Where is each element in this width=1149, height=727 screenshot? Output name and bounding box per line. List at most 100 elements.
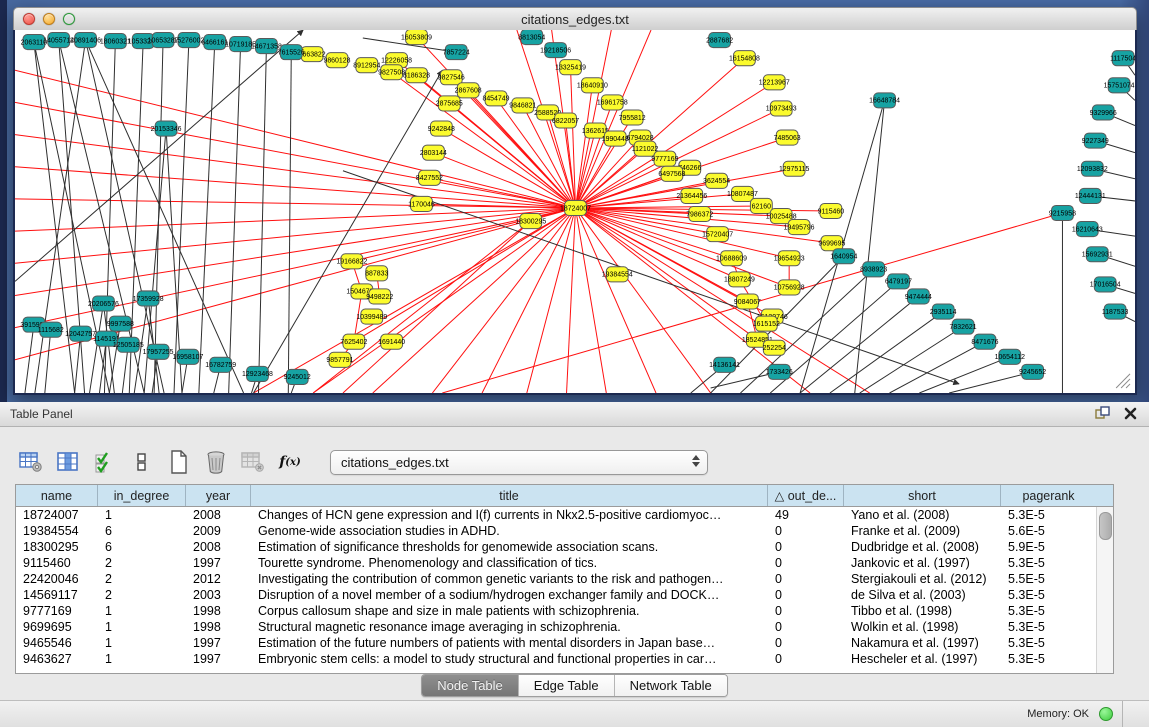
graph-edge[interactable]: [575, 208, 710, 393]
graph-edge[interactable]: [343, 221, 531, 393]
graph-node[interactable]: 20153346: [151, 121, 182, 136]
table-row[interactable]: 969969511998Structural magnetic resonanc…: [16, 619, 1096, 635]
graph-node[interactable]: 2887682: [706, 33, 733, 48]
graph-node[interactable]: 10756928: [774, 280, 805, 295]
graph-node[interactable]: 18300295: [515, 214, 546, 229]
graph-node[interactable]: 15720407: [702, 227, 733, 242]
table-settings-icon[interactable]: [18, 449, 44, 475]
vertical-scrollbar[interactable]: [1096, 507, 1113, 673]
graph-node[interactable]: 18640910: [577, 78, 608, 93]
graph-node[interactable]: 16154808: [729, 51, 760, 66]
column-header-year[interactable]: year: [186, 485, 251, 506]
graph-edge[interactable]: [800, 296, 918, 393]
graph-node[interactable]: 15751074: [1104, 78, 1135, 93]
show-columns-icon[interactable]: [55, 449, 81, 475]
graph-node[interactable]: 16210643: [1072, 222, 1103, 237]
network-canvas[interactable]: 1872400718300295193845541605380912226058…: [13, 30, 1137, 395]
graph-node[interactable]: 19166822: [336, 254, 367, 269]
graph-node[interactable]: 13325419: [555, 60, 586, 75]
graph-node[interactable]: 7955812: [619, 110, 646, 125]
graph-edge[interactable]: [433, 153, 575, 208]
column-header-name[interactable]: name: [16, 485, 98, 506]
graph-node[interactable]: 9084067: [734, 294, 761, 309]
graph-node[interactable]: 887833: [365, 266, 388, 281]
graph-node[interactable]: 18060321: [100, 34, 131, 49]
graph-node[interactable]: 9997588: [107, 316, 134, 331]
column-header-out_de[interactable]: △ out_de...: [768, 485, 844, 506]
graph-edge[interactable]: [34, 42, 75, 393]
graph-node[interactable]: 12975115: [779, 161, 809, 176]
graph-node[interactable]: 18724007: [560, 200, 591, 215]
graph-node[interactable]: 9215958: [1049, 205, 1076, 220]
graph-node[interactable]: 252254: [763, 340, 786, 355]
graph-node[interactable]: 19384554: [602, 267, 633, 282]
graph-edge[interactable]: [575, 208, 739, 279]
graph-node[interactable]: 7625402: [340, 334, 367, 349]
graph-node[interactable]: 9827508: [378, 65, 405, 80]
graph-node[interactable]: 1615152: [753, 316, 780, 331]
column-header-short[interactable]: short: [844, 485, 1001, 506]
table-selector-dropdown[interactable]: citations_edges.txt: [330, 450, 708, 475]
graph-node[interactable]: 1117504: [1110, 51, 1135, 66]
graph-edge[interactable]: [25, 325, 34, 393]
graph-node[interactable]: 1691440: [378, 334, 405, 349]
table-row[interactable]: 911546021997Tourette syndrome. Phenomeno…: [16, 555, 1096, 571]
graph-node[interactable]: 9245012: [284, 369, 311, 384]
graph-node[interactable]: 6497568: [658, 166, 685, 181]
graph-node[interactable]: 6479197: [885, 274, 912, 289]
graph-node[interactable]: 9115460: [818, 203, 845, 218]
window-titlebar[interactable]: citations_edges.txt: [13, 7, 1137, 32]
graph-edge[interactable]: [45, 330, 51, 393]
network-graph[interactable]: 1872400718300295193845541605380912226058…: [15, 30, 1135, 393]
graph-node[interactable]: 1187533: [1102, 304, 1129, 319]
graph-edge[interactable]: [575, 206, 761, 208]
graph-node[interactable]: 9474444: [905, 289, 932, 304]
graph-node[interactable]: 10399489: [356, 309, 387, 324]
table-row[interactable]: 1872400712008Changes of HCN gene express…: [16, 507, 1096, 523]
graph-node[interactable]: 19218506: [540, 43, 571, 58]
graph-node[interactable]: 12042757: [65, 326, 96, 341]
graph-node[interactable]: 1990448: [602, 131, 629, 146]
graph-node[interactable]: 8427552: [416, 170, 443, 185]
graph-node[interactable]: 7832621: [950, 319, 977, 334]
tab-node-table[interactable]: Node Table: [422, 675, 519, 696]
graph-edge[interactable]: [229, 44, 241, 393]
graph-node[interactable]: 9242848: [428, 121, 455, 136]
graph-node[interactable]: 2803144: [420, 145, 447, 160]
graph-node[interactable]: 1640954: [830, 249, 857, 264]
graph-node[interactable]: 12093832: [1077, 161, 1108, 176]
column-header-in_degree[interactable]: in_degree: [98, 485, 186, 506]
table-row[interactable]: 946362711997Embryonic stem cells: a mode…: [16, 651, 1096, 667]
scrollbar-thumb[interactable]: [1099, 512, 1112, 540]
graph-edge[interactable]: [254, 208, 576, 393]
canvas-resize-grip[interactable]: [1116, 374, 1130, 388]
tab-network-table[interactable]: Network Table: [615, 675, 727, 696]
float-panel-icon[interactable]: [1095, 406, 1110, 425]
graph-node[interactable]: 9245652: [1019, 364, 1046, 379]
graph-node[interactable]: 8938923: [860, 262, 887, 277]
graph-node[interactable]: 14136141: [709, 357, 740, 372]
graph-node[interactable]: 19654923: [774, 251, 805, 266]
graph-node[interactable]: 8813054: [518, 30, 545, 45]
graph-edge[interactable]: [258, 46, 266, 393]
graph-node[interactable]: 16053809: [401, 30, 432, 45]
table-row[interactable]: 1456911722003Disruption of a novel membe…: [16, 587, 1096, 603]
graph-node[interactable]: 10973493: [766, 101, 797, 116]
graph-node[interactable]: 6822057: [552, 113, 579, 128]
graph-node[interactable]: 21364456: [676, 188, 707, 203]
graph-node[interactable]: 17957255: [143, 344, 174, 359]
graph-node[interactable]: 16958107: [172, 349, 203, 364]
function-builder-icon[interactable]: f(x): [277, 449, 303, 475]
graph-node[interactable]: 17359928: [133, 291, 164, 306]
graph-node[interactable]: 1115682: [38, 322, 64, 337]
graph-node[interactable]: 7615526: [278, 45, 305, 60]
graph-node[interactable]: 8471676: [971, 334, 998, 349]
table-row[interactable]: 2242004622012Investigating the contribut…: [16, 571, 1096, 587]
graph-node[interactable]: 12923468: [242, 366, 273, 381]
graph-node[interactable]: 15692931: [1082, 247, 1113, 262]
graph-edge[interactable]: [15, 208, 575, 263]
minimize-button[interactable]: [43, 13, 55, 25]
graph-node[interactable]: 20891406: [70, 33, 101, 48]
merge-columns-icon[interactable]: [129, 449, 155, 475]
graph-node[interactable]: 16648784: [869, 93, 900, 108]
